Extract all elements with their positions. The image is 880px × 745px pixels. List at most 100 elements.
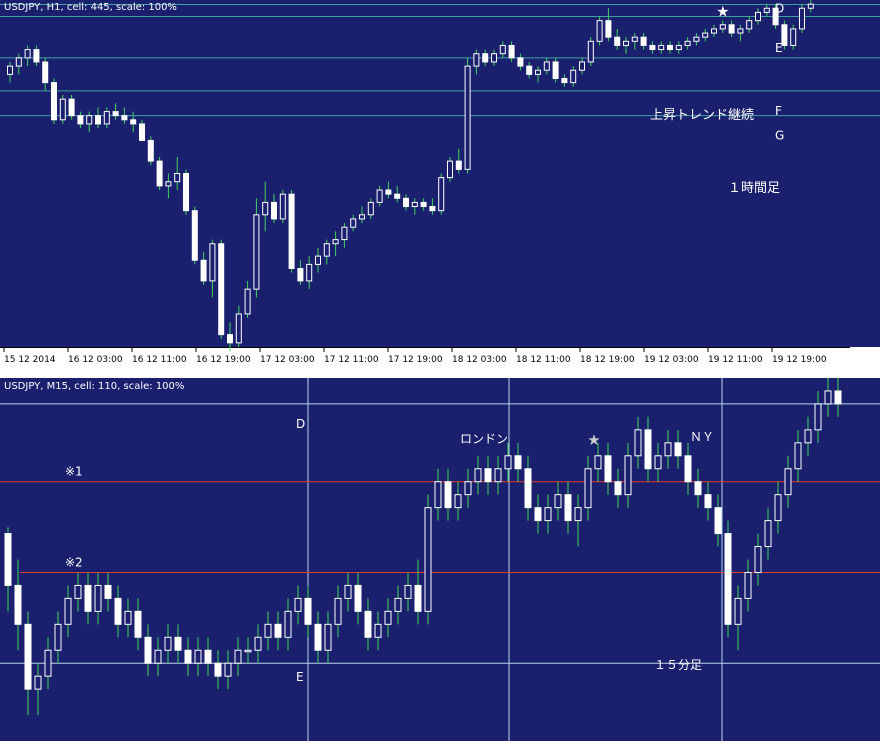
m15-candle-body — [574, 507, 582, 522]
h1-candle-body — [323, 243, 330, 257]
m15-candle-body — [74, 584, 82, 599]
m15-candle-body — [784, 468, 792, 496]
h1-candle-body — [279, 193, 286, 220]
m15-candle-body — [624, 455, 632, 496]
h1-candle-body — [517, 57, 524, 67]
m15-candle-body — [364, 610, 372, 638]
h1-candle-body — [799, 7, 805, 30]
m15-annotation-london: ロンドン — [460, 432, 508, 446]
h1-candle-body — [315, 255, 321, 265]
h1-candle-body — [86, 115, 93, 125]
m15-candle-body — [24, 623, 32, 690]
h1-candle-body — [684, 40, 691, 46]
m15-candle-body — [464, 481, 472, 496]
h1-candle-body — [156, 160, 163, 187]
h1-candle-body — [235, 313, 242, 344]
m15-candle-body — [404, 584, 412, 599]
h1-star-marker: ★ — [716, 3, 729, 21]
m15-candle-body — [94, 584, 102, 612]
h1-x-tick-label: 19 12 11:00 — [708, 355, 763, 365]
h1-candle-body — [746, 20, 753, 30]
m15-candle-body — [244, 649, 252, 653]
m15-candle-body — [84, 584, 92, 612]
m15-candle-body — [374, 623, 382, 638]
h1-candle-body — [367, 201, 374, 216]
h1-x-tick-label: 16 12 19:00 — [196, 355, 251, 365]
h1-candle-body — [209, 243, 216, 282]
h1-candle-body — [420, 201, 427, 208]
h1-candle-body — [552, 61, 559, 79]
m15-level-label-d: D — [296, 417, 305, 431]
m15-candle-body — [234, 649, 242, 664]
h1-candle-body — [596, 20, 603, 42]
m15-candle-body — [734, 597, 742, 625]
h1-level-label-g: G — [775, 129, 784, 143]
h1-candle-body — [77, 115, 84, 125]
m15-candle-body — [794, 442, 802, 470]
m15-candle-body — [694, 481, 702, 496]
h1-candle-body — [227, 334, 233, 344]
m15-candle-body — [214, 662, 222, 677]
h1-x-tick-label: 16 12 03:00 — [68, 355, 123, 365]
m15-candle-body — [604, 455, 612, 483]
h1-x-tick-label: 18 12 19:00 — [580, 355, 635, 365]
h1-x-tick-label: 17 12 19:00 — [388, 355, 443, 365]
m15-candle-body — [294, 597, 302, 612]
h1-candle-body — [59, 98, 66, 121]
h1-candle-body — [42, 61, 49, 84]
m15-candle-body — [344, 584, 352, 599]
h1-candle-body — [218, 243, 225, 336]
m15-candle-body — [394, 597, 402, 612]
m15-candle-body — [774, 494, 782, 522]
m15-candle-body — [64, 597, 72, 625]
m15-candle-body — [434, 481, 442, 509]
h1-chart-title: USDJPY, H1, cell: 445, scale: 100% — [4, 2, 177, 13]
m15-candle-body — [424, 507, 432, 612]
m15-candle-body — [824, 390, 832, 405]
h1-candle-body — [605, 20, 612, 38]
h1-candle-body — [728, 24, 735, 34]
m15-candle-body — [284, 610, 292, 638]
h1-candle-body — [68, 98, 75, 117]
m15-candle-body — [384, 610, 392, 625]
h1-candle-body — [763, 7, 770, 13]
m15-candle-body — [124, 610, 132, 625]
h1-candle-body — [103, 111, 110, 125]
h1-candle-body — [455, 160, 462, 170]
h1-candle-body — [499, 44, 506, 55]
m15-candle-body — [414, 584, 422, 612]
h1-candle-body — [623, 40, 629, 46]
m15-candle-body — [504, 455, 512, 470]
h1-candle-body — [719, 24, 726, 30]
m15-candle-body — [254, 636, 262, 651]
h1-candle-body — [570, 69, 577, 84]
h1-candle-body — [147, 139, 154, 162]
h1-candle-body — [306, 263, 313, 282]
m15-candle-body — [354, 584, 362, 612]
h1-candle-body — [271, 201, 277, 220]
m15-star-marker: ★ — [587, 431, 600, 449]
h1-candle-body — [183, 173, 189, 212]
h1-candle-body — [737, 28, 744, 34]
m15-candle-body — [714, 507, 722, 535]
h1-candle-body — [350, 218, 357, 228]
h1-candle-body — [15, 57, 22, 67]
m15-candle-body — [114, 597, 122, 625]
m15-candle-body — [4, 533, 12, 586]
h1-candle-body — [394, 193, 401, 199]
m15-candle-body — [804, 429, 812, 444]
h1-candle-body — [403, 197, 409, 208]
h1-candle-body — [482, 53, 489, 63]
h1-candle-body — [112, 111, 119, 117]
h1-candle-body — [755, 11, 761, 22]
h1-candle-body — [631, 36, 638, 42]
m15-candle-body — [264, 623, 272, 638]
h1-candle-body — [51, 82, 57, 121]
h1-candle-body — [411, 201, 418, 208]
m15-candle-body — [544, 507, 552, 522]
m15-candle-body — [764, 520, 772, 548]
h1-candle-body — [33, 49, 40, 63]
m15-candle-body — [524, 468, 532, 509]
m15-candle-body — [474, 468, 482, 483]
m15-candle-body — [204, 649, 212, 664]
